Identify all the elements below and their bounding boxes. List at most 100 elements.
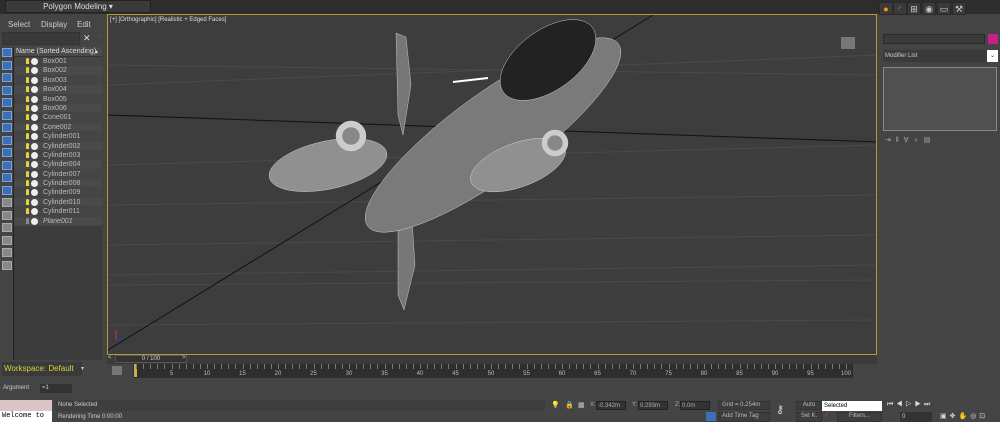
renderable-icon[interactable] (31, 189, 38, 197)
time-prev-button[interactable]: < (108, 355, 112, 361)
lock-icon[interactable]: 🔒 (565, 401, 574, 409)
renderable-icon[interactable] (31, 104, 38, 112)
transform-mode-icon[interactable]: ▦ (578, 401, 585, 409)
list-item[interactable]: Cylinder001 (14, 132, 102, 142)
chevron-down-icon[interactable]: ▾ (81, 365, 84, 372)
viewport-navigation-controls[interactable]: ▣✥✋◎⊡ (940, 412, 1000, 422)
auto-key-button[interactable]: Auto (796, 401, 822, 410)
modifier-stack-toolbar[interactable]: ⇥‖∀♁▤ (885, 136, 935, 144)
renderable-icon[interactable] (31, 67, 38, 75)
y-coordinate-field[interactable]: 0.293m (638, 401, 668, 410)
add-time-tag-button[interactable]: Add Time Tag (718, 412, 770, 422)
renderable-icon[interactable] (31, 123, 38, 131)
list-item[interactable]: Cylinder007 (14, 169, 102, 180)
menu-display[interactable]: Display (41, 20, 67, 29)
renderable-icon[interactable] (31, 58, 38, 65)
filter-frozen-icon[interactable] (2, 173, 12, 182)
renderable-icon[interactable] (31, 217, 38, 225)
workspace-selector[interactable]: Workspace: Default (2, 362, 82, 376)
list-item[interactable]: Box005 (14, 94, 102, 104)
light-bulb-icon[interactable] (26, 76, 29, 83)
renderable-icon[interactable] (31, 180, 38, 188)
current-frame-field[interactable]: 0 (900, 412, 932, 422)
viewport-label[interactable]: [+] [Orthographic] [Realistic + Edged Fa… (110, 17, 226, 23)
light-bulb-icon[interactable] (26, 208, 29, 215)
display-tab-icon[interactable]: ▭ (937, 2, 951, 15)
isolate-icon[interactable]: 💡 (551, 401, 560, 409)
renderable-icon[interactable] (31, 208, 38, 216)
filter-lights-icon[interactable] (2, 73, 12, 82)
timeline-mini-curve-icon[interactable] (112, 366, 122, 375)
modifier-list-dropdown[interactable]: Modifier List (883, 50, 988, 62)
light-bulb-icon[interactable] (26, 217, 29, 224)
light-bulb-icon[interactable] (26, 104, 29, 111)
expand-icon[interactable]: » (97, 34, 101, 41)
list-item[interactable]: Cylinder010 (14, 197, 102, 208)
x-coordinate-field[interactable]: -0.342m (596, 401, 626, 410)
funnel-icon[interactable] (2, 235, 12, 245)
renderable-icon[interactable] (31, 133, 38, 141)
time-tag-icon[interactable] (706, 412, 716, 421)
list-item[interactable]: Box002 (14, 66, 102, 76)
key-mode-dropdown[interactable]: Selected (822, 401, 882, 411)
maxscript-listener-input[interactable] (0, 400, 52, 411)
light-bulb-icon[interactable] (26, 198, 29, 205)
light-bulb-icon[interactable] (26, 180, 29, 187)
list-item[interactable]: Cylinder008 (14, 179, 102, 189)
list-item[interactable]: Cone001 (14, 113, 102, 123)
object-name-field[interactable] (883, 34, 985, 44)
filter-xrefs-icon[interactable] (2, 135, 12, 145)
renderable-icon[interactable] (31, 95, 38, 103)
utilities-tab-icon[interactable]: ⚒ (952, 2, 966, 15)
list-item[interactable]: Cylinder009 (14, 188, 102, 198)
list-item[interactable]: Cylinder002 (14, 141, 102, 151)
curve-editor-icon[interactable]: √ (824, 412, 828, 419)
hierarchy-tab-icon[interactable]: ⊞ (907, 2, 921, 15)
time-slider[interactable]: 0 / 100 (115, 355, 187, 363)
light-bulb-icon[interactable] (26, 58, 29, 64)
layers-icon[interactable] (2, 260, 12, 270)
modify-tab-icon[interactable]: ◜ (893, 2, 907, 15)
list-item[interactable]: Cylinder011 (14, 207, 102, 217)
light-bulb-icon[interactable] (26, 142, 29, 149)
list-item[interactable]: Cone002 (14, 122, 102, 133)
filter-geometry-icon[interactable] (2, 48, 12, 57)
renderable-icon[interactable] (31, 151, 38, 159)
filter-containers-icon[interactable] (2, 160, 12, 170)
light-bulb-icon[interactable] (26, 86, 29, 93)
renderable-icon[interactable] (31, 86, 38, 94)
renderable-icon[interactable] (31, 170, 38, 178)
create-tab-icon[interactable]: ● (879, 2, 893, 15)
chevron-down-icon[interactable]: ⌄ (987, 50, 998, 62)
filter-hidden-icon[interactable] (2, 185, 12, 195)
select-none-icon[interactable] (2, 210, 12, 220)
close-icon[interactable]: ✕ (83, 33, 91, 44)
playback-controls[interactable]: ⏮◀▷▶⏭ (887, 401, 1000, 411)
list-item[interactable]: Box006 (14, 103, 102, 114)
list-item[interactable]: Box001 (14, 57, 102, 67)
filter-bones-icon[interactable] (2, 148, 12, 157)
renderable-icon[interactable] (31, 114, 38, 122)
menu-select[interactable]: Select (8, 20, 30, 29)
list-item[interactable]: Box003 (14, 75, 102, 86)
timeline-track[interactable]: 5 10 15 20 25 30 35 40 45 50 55 60 65 70 75 80 85 90 95 100 (133, 364, 853, 378)
z-coordinate-field[interactable]: 0.0m (680, 401, 710, 410)
select-all-icon[interactable] (2, 198, 12, 207)
light-bulb-icon[interactable] (26, 133, 29, 140)
renderable-icon[interactable] (31, 198, 38, 206)
list-item[interactable]: Plane001 (14, 216, 102, 227)
filter-helpers-icon[interactable] (2, 98, 12, 107)
filter-cameras-icon[interactable] (2, 85, 12, 95)
light-bulb-icon[interactable] (26, 67, 29, 74)
object-color-swatch[interactable] (988, 34, 998, 44)
light-bulb-icon[interactable] (26, 123, 29, 130)
list-item[interactable]: Box004 (14, 85, 102, 95)
time-next-button[interactable]: > (182, 355, 186, 361)
list-item[interactable]: Cylinder004 (14, 160, 102, 170)
hierarchy-icon[interactable] (2, 248, 12, 257)
set-key-button[interactable]: Set K. (796, 412, 822, 422)
maxscript-output[interactable]: Welcome to (0, 411, 52, 422)
motion-tab-icon[interactable]: ◉ (922, 2, 936, 15)
modifier-stack[interactable] (883, 67, 997, 131)
filter-spacewarps-icon[interactable] (2, 110, 12, 120)
